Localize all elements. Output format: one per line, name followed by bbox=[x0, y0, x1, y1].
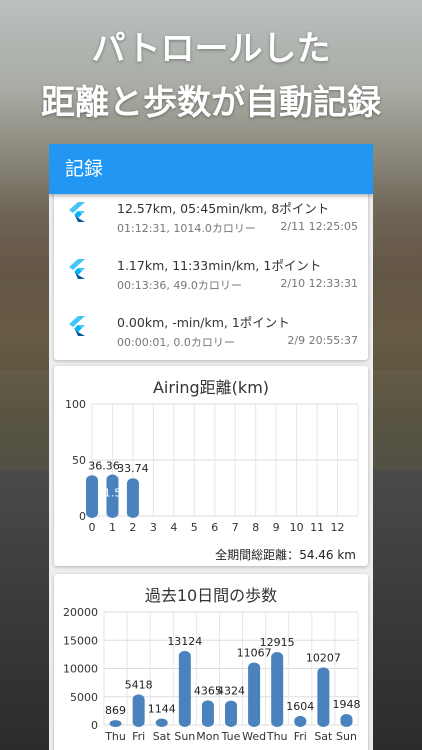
data-label: 36.36 bbox=[88, 459, 120, 472]
total-distance: 全期間総距離：54.46 km bbox=[215, 546, 356, 563]
record-detail: 00:00:01, 0.0カロリー bbox=[117, 336, 235, 349]
distance-chart-card: Airing距離(km) 0 50 100 0 36.36 1 1.5 2 33.74 3 4 5 6 7… bbox=[54, 366, 368, 566]
data-label: 13124 bbox=[167, 635, 202, 648]
y-tick-label: 100 bbox=[65, 398, 86, 411]
y-tick-label: 5000 bbox=[70, 691, 98, 704]
app-screen: 記録 12.57km, 05:45min/km, 8ポイント 01:12:31,… bbox=[49, 144, 373, 750]
chart-bar bbox=[248, 662, 261, 727]
promo-headline: パトロールした 距離と歩数が自動記録 bbox=[0, 22, 422, 130]
x-tick-label: Thu bbox=[266, 730, 288, 743]
y-tick-label: 0 bbox=[79, 510, 86, 523]
y-tick-label: 10000 bbox=[63, 663, 98, 676]
x-tick-label: Sat bbox=[153, 730, 172, 743]
chart-bar bbox=[132, 694, 145, 727]
y-tick-label: 50 bbox=[72, 454, 86, 467]
headline-line-1: パトロールした bbox=[91, 29, 331, 69]
record-date: 2/11 12:25:05 bbox=[280, 220, 358, 233]
data-label: 1604 bbox=[286, 700, 314, 713]
x-tick-label: 10 bbox=[290, 521, 304, 534]
x-tick-label: Fri bbox=[294, 730, 307, 743]
record-item[interactable]: 1.17km, 11:33min/km, 1ポイント 00:13:36, 49.… bbox=[54, 245, 368, 303]
record-detail: 00:13:36, 49.0カロリー bbox=[117, 279, 242, 292]
distance-chart: 0 50 100 0 36.36 1 1.5 2 33.74 3 4 5 6 7 8 9 10 11 12 bbox=[65, 398, 359, 534]
x-tick-label: Thu bbox=[104, 730, 126, 743]
data-label: 1.5 bbox=[104, 487, 122, 500]
chart-bar bbox=[294, 715, 307, 727]
chart-bar bbox=[271, 652, 284, 727]
data-label: 33.74 bbox=[117, 462, 149, 475]
chart-bar bbox=[225, 700, 237, 727]
x-tick-label: Tue bbox=[221, 730, 241, 743]
x-tick-label: Sun bbox=[174, 730, 195, 743]
flutter-logo-icon bbox=[69, 259, 85, 279]
x-tick-label: 5 bbox=[191, 521, 198, 534]
total-distance-value: 54.46 km bbox=[299, 548, 356, 562]
data-label: 10207 bbox=[306, 651, 341, 664]
x-tick-label: 2 bbox=[129, 521, 136, 534]
steps-chart-card: 過去10日間の歩数 0 5000 10000 15000 20000 Thu 869 Fri 5… bbox=[54, 574, 368, 750]
x-tick-label: 6 bbox=[211, 521, 218, 534]
record-item[interactable]: 0.00km, -min/km, 1ポイント 00:00:01, 0.0カロリー… bbox=[54, 302, 368, 360]
chart-bar bbox=[126, 478, 139, 518]
chart-bar bbox=[155, 718, 168, 727]
x-tick-label: 11 bbox=[310, 521, 324, 534]
y-tick-label: 15000 bbox=[63, 634, 98, 647]
x-tick-label: Wed bbox=[242, 730, 266, 743]
y-tick-label: 20000 bbox=[63, 606, 98, 619]
x-tick-label: Sat bbox=[314, 730, 333, 743]
flutter-logo-icon bbox=[69, 202, 85, 222]
y-tick-label: 0 bbox=[91, 719, 98, 732]
x-tick-label: 12 bbox=[331, 521, 345, 534]
x-tick-label: 7 bbox=[232, 521, 239, 534]
app-bar-title: 記録 bbox=[65, 158, 104, 180]
chart-bar bbox=[178, 650, 191, 727]
record-date: 2/10 12:33:31 bbox=[280, 277, 358, 290]
data-label: 12915 bbox=[260, 636, 295, 649]
chart-bar bbox=[340, 713, 353, 727]
record-detail: 01:12:31, 1014.0カロリー bbox=[117, 222, 256, 235]
x-tick-label: 0 bbox=[89, 521, 96, 534]
headline-line-2: 距離と歩数が自動記録 bbox=[41, 83, 381, 123]
record-summary: 12.57km, 05:45min/km, 8ポイント bbox=[117, 201, 330, 216]
data-label: 4324 bbox=[217, 685, 245, 698]
record-list: 12.57km, 05:45min/km, 8ポイント 01:12:31, 10… bbox=[54, 188, 368, 360]
x-tick-label: 4 bbox=[170, 521, 177, 534]
flutter-logo-icon bbox=[69, 316, 85, 336]
x-tick-label: 9 bbox=[273, 521, 280, 534]
chart-bar bbox=[201, 700, 214, 727]
app-bar: 記録 bbox=[49, 144, 373, 194]
record-date: 2/9 20:55:37 bbox=[287, 334, 358, 347]
x-tick-label: 8 bbox=[252, 521, 259, 534]
x-tick-label: 1 bbox=[109, 521, 116, 534]
chart-bar bbox=[317, 667, 330, 727]
chart-bar bbox=[86, 475, 98, 518]
data-label: 5418 bbox=[125, 678, 153, 691]
data-label: 1948 bbox=[332, 698, 360, 711]
record-summary: 0.00km, -min/km, 1ポイント bbox=[117, 315, 290, 330]
x-tick-label: Fri bbox=[132, 730, 145, 743]
total-distance-label: 全期間総距離： bbox=[215, 548, 300, 562]
x-tick-label: Mon bbox=[196, 730, 219, 743]
steps-chart: 0 5000 10000 15000 20000 Thu 869 Fri 5418 Sat 1144… bbox=[63, 606, 360, 743]
record-summary: 1.17km, 11:33min/km, 1ポイント bbox=[117, 258, 322, 273]
x-tick-label: Sun bbox=[336, 730, 357, 743]
data-label: 869 bbox=[105, 704, 126, 717]
record-item[interactable]: 12.57km, 05:45min/km, 8ポイント 01:12:31, 10… bbox=[54, 188, 368, 246]
x-tick-label: 3 bbox=[150, 521, 157, 534]
data-label: 1144 bbox=[148, 703, 176, 716]
chart-bar bbox=[109, 720, 122, 727]
